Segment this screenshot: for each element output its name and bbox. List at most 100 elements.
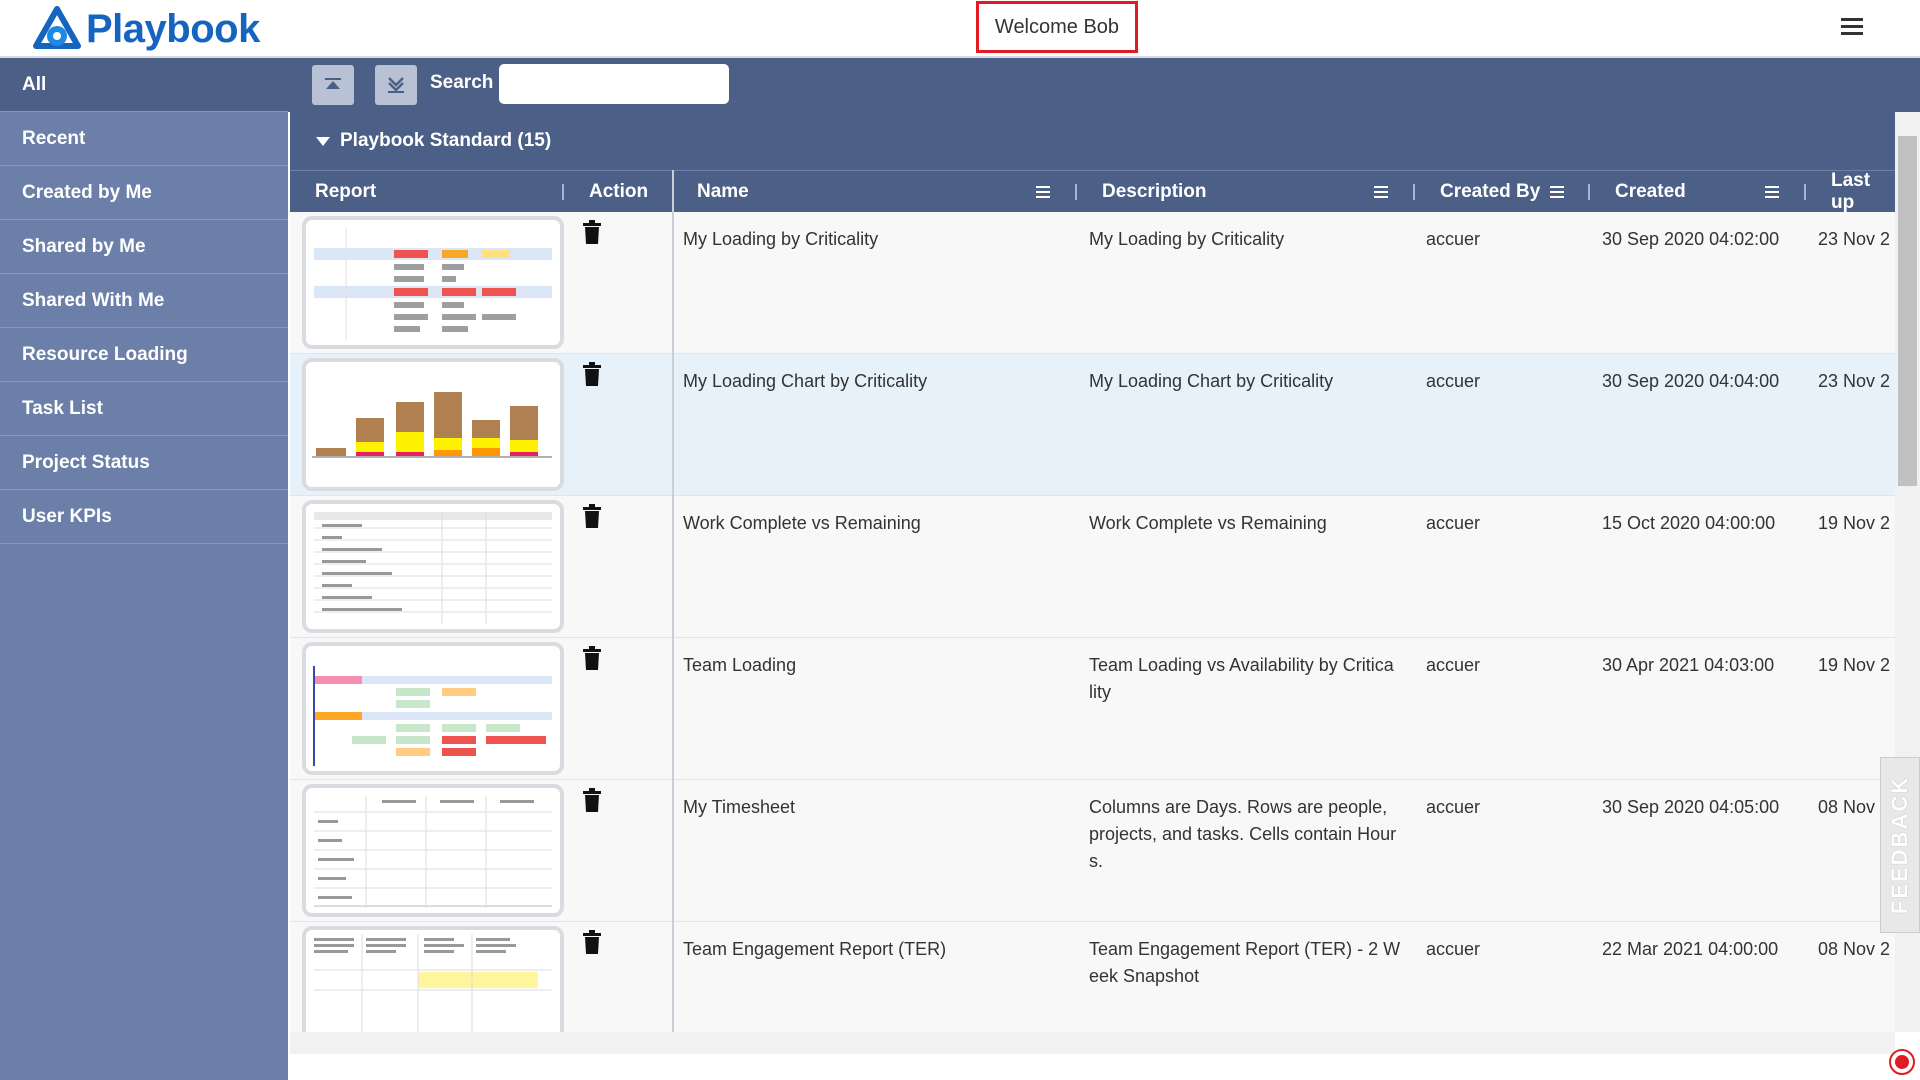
report-created-by: accuer <box>1426 371 1481 391</box>
sidebar: All Recent Created by Me Shared by Me Sh… <box>0 58 288 1080</box>
collapse-up-icon <box>325 78 341 89</box>
search-label: Search <box>430 72 494 93</box>
column-resizer[interactable] <box>1413 184 1415 200</box>
search-input[interactable] <box>499 64 729 104</box>
playbook-logo[interactable]: Playbook <box>32 6 260 52</box>
playbook-logo-icon <box>33 6 81 49</box>
column-header-created-by[interactable]: Created By <box>1440 171 1540 213</box>
table-preview-image <box>313 666 552 766</box>
report-description: My Loading by Criticality <box>1089 229 1285 249</box>
report-thumbnail[interactable] <box>302 500 564 633</box>
report-description: Team Loading vs Availability by Critica … <box>1089 655 1394 702</box>
report-last-updated: 19 Nov 2 <box>1818 513 1891 533</box>
report-thumbnail[interactable] <box>302 642 564 775</box>
column-header-description[interactable]: Description <box>1102 171 1207 213</box>
hamburger-menu-icon[interactable] <box>1841 18 1863 38</box>
report-name[interactable]: My Loading by Criticality <box>683 226 878 253</box>
report-created-date: 30 Sep 2020 04:04:00 <box>1602 371 1780 391</box>
table-row[interactable]: My Loading Chart by Criticality My Loadi… <box>290 354 1895 496</box>
report-description: Team Engagement Report (TER) - 2 W eek S… <box>1089 939 1401 986</box>
sidebar-item-shared-with-me[interactable]: Shared With Me <box>0 274 288 328</box>
report-name[interactable]: My Loading Chart by Criticality <box>683 368 927 395</box>
report-created-date: 30 Sep 2020 04:05:00 <box>1602 797 1780 817</box>
table-row[interactable]: Team Engagement Report (TER) Team Engage… <box>290 922 1895 1032</box>
trash-icon[interactable] <box>582 930 602 954</box>
table-header: Report Action Name Description Created B… <box>290 170 1895 213</box>
report-created-by: accuer <box>1426 229 1481 249</box>
report-created-by: accuer <box>1426 797 1481 817</box>
toolbar: Search <box>288 58 1920 112</box>
expand-all-button[interactable] <box>375 65 417 105</box>
report-last-updated: 08 Nov 2 <box>1818 939 1891 959</box>
table-preview-image <box>314 512 552 624</box>
table-preview-image <box>314 796 552 908</box>
group-title: Playbook Standard (15) <box>340 130 552 151</box>
column-resizer[interactable] <box>562 184 564 200</box>
sidebar-item-project-status[interactable]: Project Status <box>0 436 288 490</box>
column-header-created[interactable]: Created <box>1615 171 1686 213</box>
column-header-last-updated[interactable]: Last up <box>1831 170 1895 213</box>
trash-icon[interactable] <box>582 504 602 528</box>
column-menu-icon[interactable] <box>1036 186 1050 198</box>
welcome-message: Welcome Bob <box>976 1 1138 53</box>
report-created-date: 22 Mar 2021 04:00:00 <box>1602 939 1779 959</box>
report-created-by: accuer <box>1426 939 1481 959</box>
sidebar-item-shared-by-me[interactable]: Shared by Me <box>0 220 288 274</box>
sidebar-item-user-kpis[interactable]: User KPIs <box>0 490 288 544</box>
report-description: Work Complete vs Remaining <box>1089 513 1327 533</box>
sidebar-item-recent[interactable]: Recent <box>0 112 288 166</box>
column-header-action[interactable]: Action <box>589 171 648 213</box>
column-header-report[interactable]: Report <box>315 171 376 213</box>
report-created-by: accuer <box>1426 513 1481 533</box>
report-description: Columns are Days. Rows are people, proje… <box>1089 797 1397 871</box>
column-resizer[interactable] <box>1588 184 1590 200</box>
group-header-playbook-standard[interactable]: Playbook Standard (15) <box>290 112 1895 170</box>
collapse-all-button[interactable] <box>312 65 354 105</box>
report-created-date: 15 Oct 2020 04:00:00 <box>1602 513 1776 533</box>
sidebar-item-all[interactable]: All <box>0 58 288 112</box>
report-last-updated: 23 Nov 2 <box>1818 229 1891 249</box>
table-preview-image <box>314 934 552 1032</box>
report-description: My Loading Chart by Criticality <box>1089 371 1334 391</box>
column-resizer[interactable] <box>1075 184 1077 200</box>
table-row[interactable]: Work Complete vs Remaining Work Complete… <box>290 496 1895 638</box>
feedback-label: FEEDBACK <box>1887 775 1913 915</box>
sidebar-item-created-by-me[interactable]: Created by Me <box>0 166 288 220</box>
report-name[interactable]: Team Engagement Report (TER) <box>683 936 946 963</box>
trash-icon[interactable] <box>582 788 602 812</box>
collapse-triangle-icon[interactable] <box>316 136 330 146</box>
expand-down-icon <box>388 77 404 93</box>
report-thumbnail[interactable] <box>302 358 564 491</box>
trash-icon[interactable] <box>582 220 602 244</box>
table-preview-image <box>314 228 552 340</box>
record-icon[interactable] <box>1889 1049 1915 1075</box>
trash-icon[interactable] <box>582 646 602 670</box>
column-divider <box>672 170 674 1032</box>
column-header-name[interactable]: Name <box>697 171 749 213</box>
table-row[interactable]: Team Loading Team Loading vs Availabilit… <box>290 638 1895 780</box>
report-name[interactable]: Work Complete vs Remaining <box>683 510 921 537</box>
report-created-by: accuer <box>1426 655 1481 675</box>
report-created-date: 30 Apr 2021 04:03:00 <box>1602 655 1775 675</box>
column-menu-icon[interactable] <box>1550 186 1564 198</box>
feedback-tab[interactable]: FEEDBACK <box>1880 757 1920 933</box>
column-resizer[interactable] <box>1804 184 1806 200</box>
column-menu-icon[interactable] <box>1374 186 1388 198</box>
column-menu-icon[interactable] <box>1765 186 1779 198</box>
report-thumbnail[interactable] <box>302 216 564 349</box>
report-last-updated: 23 Nov 2 <box>1818 371 1891 391</box>
sidebar-item-task-list[interactable]: Task List <box>0 382 288 436</box>
sidebar-item-resource-loading[interactable]: Resource Loading <box>0 328 288 382</box>
table-row[interactable]: My Timesheet Columns are Days. Rows are … <box>290 780 1895 922</box>
report-list: Playbook Standard (15) Report Action Nam… <box>290 112 1895 1032</box>
top-header: Playbook Welcome Bob <box>0 0 1920 58</box>
report-thumbnail[interactable] <box>302 926 564 1032</box>
logo-text: Playbook <box>86 6 260 51</box>
horizontal-scrollbar[interactable] <box>290 1032 1895 1054</box>
vertical-scrollbar-thumb[interactable] <box>1898 136 1917 486</box>
report-name[interactable]: My Timesheet <box>683 794 795 821</box>
trash-icon[interactable] <box>582 362 602 386</box>
report-name[interactable]: Team Loading <box>683 652 796 679</box>
table-row[interactable]: My Loading by Criticality My Loading by … <box>290 212 1895 354</box>
report-thumbnail[interactable] <box>302 784 564 917</box>
